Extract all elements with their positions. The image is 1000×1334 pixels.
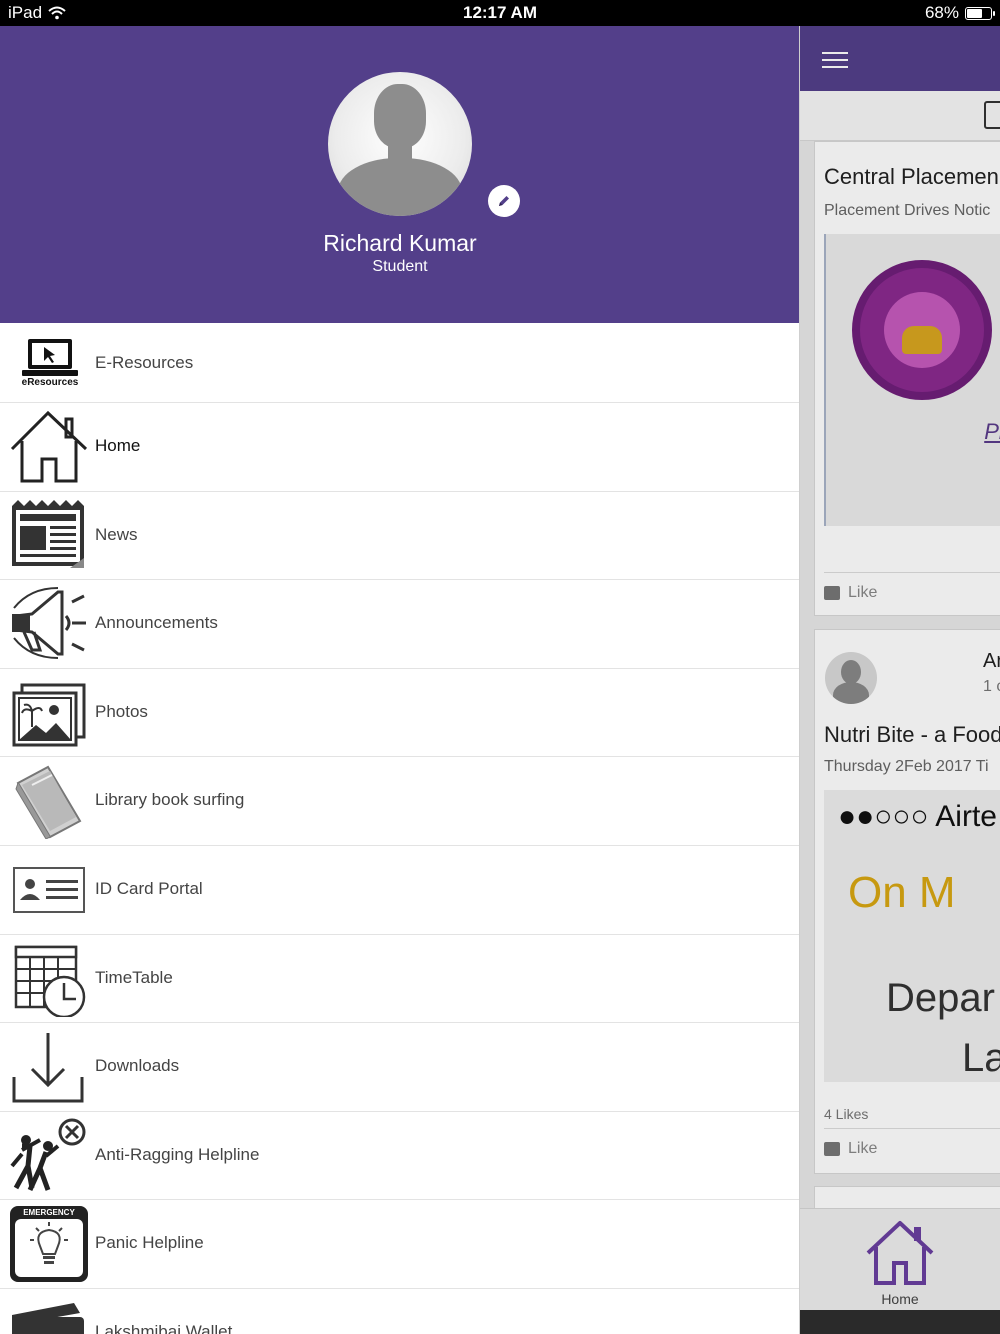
newspaper-icon <box>12 499 84 568</box>
drawer-menu: eResources E-Resources Home News Announc… <box>0 323 799 1334</box>
background-feed: Central Placemen Placement Drives Notic … <box>800 26 1000 1334</box>
menu-item-e-resources[interactable]: eResources E-Resources <box>0 323 799 403</box>
drawer-scrim[interactable] <box>800 26 1000 1334</box>
menu-item-label: News <box>95 524 138 544</box>
profile-avatar[interactable] <box>328 72 472 216</box>
menu-item-label: Home <box>95 436 141 455</box>
timetable-icon <box>14 945 86 1017</box>
navigation-drawer: Richard Kumar Student eResources E-Resou… <box>0 26 800 1334</box>
megaphone-icon <box>12 587 86 660</box>
menu-item-label: Panic Helpline <box>95 1233 204 1253</box>
status-time: 12:17 AM <box>462 3 537 22</box>
profile-name: Richard Kumar <box>323 230 477 256</box>
eresources-icon-text: eResources <box>21 377 79 388</box>
menu-item-label: Anti-Ragging Helpline <box>95 1144 260 1164</box>
book-icon <box>15 766 82 840</box>
menu-item-id-card-portal[interactable]: ID Card Portal <box>0 846 799 935</box>
status-right: 68% <box>924 3 995 23</box>
menu-item-lakshmibai-wallet[interactable]: Lakshmibai Wallet <box>0 1289 799 1334</box>
status-bar: iPad 12:17 AM 68% <box>0 0 1000 26</box>
menu-item-label: TimeTable <box>95 967 173 987</box>
menu-item-library-book-surfing[interactable]: Library book surfing <box>0 757 799 846</box>
home-icon <box>10 410 88 483</box>
menu-item-home[interactable]: Home <box>0 403 799 492</box>
download-icon <box>12 1033 84 1103</box>
menu-item-label: ID Card Portal <box>95 878 203 898</box>
profile-role: Student <box>372 258 428 275</box>
battery-percent: 68% <box>924 3 959 22</box>
menu-item-label: Announcements <box>95 613 218 633</box>
anti-ragging-icon <box>10 1118 86 1191</box>
wallet-icon <box>12 1302 84 1334</box>
id-card-icon <box>13 866 85 913</box>
menu-item-news[interactable]: News <box>0 492 799 581</box>
menu-item-label: Downloads <box>95 1056 180 1076</box>
edit-profile-button[interactable] <box>488 185 520 217</box>
menu-item-label: Photos <box>95 701 148 721</box>
profile-header: Richard Kumar Student <box>0 26 799 323</box>
eresources-icon: eResources <box>18 337 82 393</box>
pencil-icon <box>499 196 509 206</box>
battery-icon <box>965 6 995 20</box>
emergency-bulb-icon: EMERGENCY <box>10 1206 88 1283</box>
menu-item-announcements[interactable]: Announcements <box>0 580 799 669</box>
menu-item-label: E-Resources <box>95 353 194 372</box>
menu-item-photos[interactable]: Photos <box>0 669 799 758</box>
menu-item-anti-ragging-helpline[interactable]: Anti-Ragging Helpline <box>0 1112 799 1201</box>
menu-item-timetable[interactable]: TimeTable <box>0 935 799 1024</box>
menu-item-panic-helpline[interactable]: EMERGENCY Panic Helpline <box>0 1200 799 1289</box>
menu-item-downloads[interactable]: Downloads <box>0 1023 799 1112</box>
menu-item-label: Lakshmibai Wallet <box>95 1321 233 1334</box>
photos-icon <box>12 683 86 747</box>
menu-item-label: Library book surfing <box>95 790 245 810</box>
